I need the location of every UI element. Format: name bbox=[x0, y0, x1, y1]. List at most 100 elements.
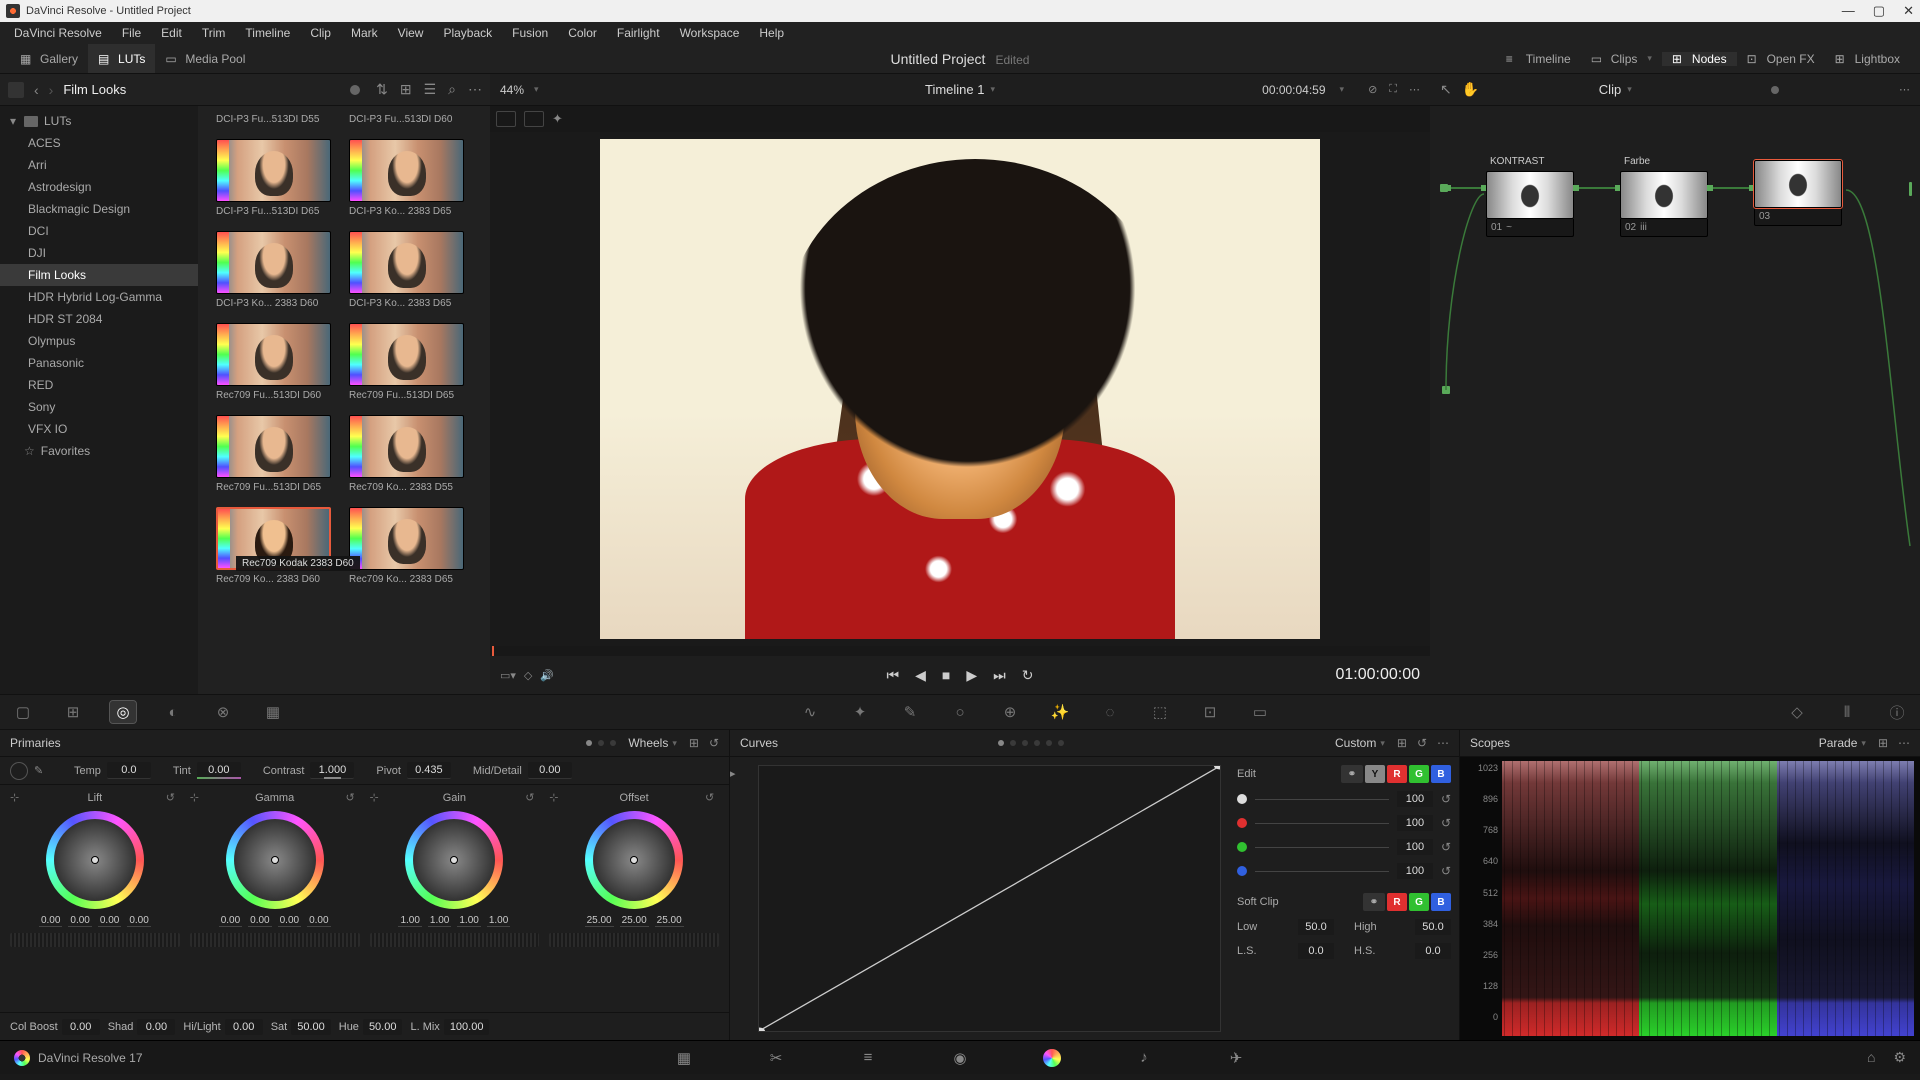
expand-icon[interactable]: ⛶ bbox=[1389, 83, 1397, 96]
curves-mode-dropdown[interactable]: Custom▾ bbox=[1335, 736, 1385, 750]
lut-thumb[interactable]: Rec709 Ko... 2383 D60 bbox=[216, 507, 331, 585]
channel-g[interactable]: G bbox=[1409, 765, 1429, 783]
hue-field[interactable]: 50.00 bbox=[363, 1019, 403, 1035]
expand-icon[interactable]: ⊞ bbox=[1397, 736, 1407, 750]
hilight-field[interactable]: 0.00 bbox=[225, 1019, 263, 1035]
record-timecode[interactable]: 01:00:00:00 bbox=[1335, 666, 1420, 684]
minimize-button[interactable]: — bbox=[1842, 3, 1855, 19]
curve-editor[interactable] bbox=[758, 765, 1221, 1032]
openfx-button[interactable]: ⊡Open FX bbox=[1737, 52, 1825, 66]
menu-item[interactable]: Help bbox=[749, 22, 794, 44]
intensity-b[interactable]: 100 bbox=[1397, 863, 1433, 879]
menu-item[interactable]: Color bbox=[558, 22, 607, 44]
keyframe-icon[interactable]: ◇ bbox=[1784, 701, 1810, 723]
menu-item[interactable]: Playback bbox=[433, 22, 502, 44]
sort-icon[interactable]: ⇅ bbox=[376, 81, 388, 98]
lut-thumb[interactable]: DCI-P3 Ko... 2383 D60 bbox=[216, 231, 331, 309]
reset-icon[interactable]: ↺ bbox=[1417, 736, 1427, 750]
options-icon[interactable]: ⋯ bbox=[468, 81, 482, 98]
playhead-icon[interactable] bbox=[492, 646, 494, 656]
project-settings-icon[interactable]: ⚙ bbox=[1893, 1049, 1906, 1066]
menu-item[interactable]: DaVinci Resolve bbox=[4, 22, 112, 44]
lut-thumb[interactable]: Rec709 Fu...513DI D60 bbox=[216, 323, 331, 401]
menu-item[interactable]: Edit bbox=[151, 22, 192, 44]
qualifier-icon[interactable]: ✎ bbox=[897, 701, 923, 723]
nodes-button[interactable]: ⊞Nodes bbox=[1662, 52, 1737, 66]
menu-item[interactable]: Workspace bbox=[670, 22, 750, 44]
timeline-name[interactable]: Timeline 1▾ bbox=[925, 82, 995, 97]
yrgb-icon[interactable]: ⊹ bbox=[10, 791, 24, 805]
loop-button[interactable]: ↻ bbox=[1022, 667, 1034, 684]
unmix-icon[interactable]: ◇ bbox=[524, 669, 532, 682]
viewer-scrubber[interactable] bbox=[490, 646, 1430, 656]
auto-balance-icon[interactable] bbox=[10, 762, 28, 780]
primaries-icon[interactable]: ◎ bbox=[110, 701, 136, 723]
step-back-button[interactable]: ◀ bbox=[915, 667, 926, 684]
reset-icon[interactable]: ↺ bbox=[1441, 816, 1451, 830]
softclip-g[interactable]: G bbox=[1409, 893, 1429, 911]
menu-item[interactable]: View bbox=[388, 22, 434, 44]
intensity-r[interactable]: 100 bbox=[1397, 815, 1433, 831]
luts-button[interactable]: ▤LUTs bbox=[88, 44, 155, 73]
lut-thumb[interactable]: Rec709 Ko... 2383 D65 bbox=[349, 507, 464, 585]
search-icon[interactable]: ⌕ bbox=[448, 81, 456, 98]
softclip-low[interactable]: 50.0 bbox=[1298, 919, 1334, 935]
color-match-icon[interactable]: ⊞ bbox=[60, 701, 86, 723]
cut-page-icon[interactable]: ✂ bbox=[765, 1047, 787, 1069]
reset-icon[interactable]: ↺ bbox=[525, 791, 539, 805]
reset-icon[interactable]: ↺ bbox=[166, 791, 180, 805]
chevron-down-icon[interactable]: ▾ bbox=[534, 84, 539, 95]
menu-item[interactable]: Trim bbox=[192, 22, 236, 44]
temp-field[interactable]: 0.0 bbox=[107, 762, 151, 779]
fusion-page-icon[interactable]: ◉ bbox=[949, 1047, 971, 1069]
scopes-icon[interactable]: ⫴ bbox=[1834, 701, 1860, 723]
options-icon[interactable]: ⋯ bbox=[1437, 736, 1449, 750]
lut-tree-node[interactable]: DJI bbox=[0, 242, 198, 264]
channel-y[interactable]: Y bbox=[1365, 765, 1385, 783]
pointer-icon[interactable]: ↖ bbox=[1440, 81, 1452, 98]
offset-wheel[interactable] bbox=[585, 811, 683, 909]
clips-button[interactable]: ▭Clips▾ bbox=[1581, 52, 1662, 66]
lut-tree-node[interactable]: Arri bbox=[0, 154, 198, 176]
node-item[interactable]: KONTRAST 01~ bbox=[1486, 156, 1574, 237]
blur-icon[interactable]: ◌ bbox=[1097, 701, 1123, 723]
prev-clip-button[interactable]: ⏮ bbox=[887, 667, 900, 684]
fairlight-page-icon[interactable]: ♪ bbox=[1133, 1047, 1155, 1069]
pivot-field[interactable]: 0.435 bbox=[407, 762, 451, 779]
grid-view-icon[interactable]: ⊞ bbox=[400, 81, 412, 98]
node-item[interactable]: 03 bbox=[1754, 156, 1842, 226]
softclip-ls[interactable]: 0.0 bbox=[1298, 943, 1334, 959]
lut-tree-node[interactable]: ACES bbox=[0, 132, 198, 154]
lut-thumb[interactable]: DCI-P3 Ko... 2383 D65 bbox=[349, 139, 464, 217]
timeline-button[interactable]: ≡Timeline bbox=[1496, 52, 1581, 66]
close-button[interactable]: ✕ bbox=[1903, 3, 1914, 19]
histogram-toggle-icon[interactable]: ▸ bbox=[730, 767, 736, 780]
color-page-icon[interactable] bbox=[1041, 1047, 1063, 1069]
lightbox-button[interactable]: ⊞Lightbox bbox=[1825, 52, 1910, 66]
lut-thumb[interactable]: Rec709 Fu...513DI D65 bbox=[216, 415, 331, 493]
preview-toggle[interactable] bbox=[350, 85, 360, 95]
key-icon[interactable]: ⬚ bbox=[1147, 701, 1173, 723]
reset-icon[interactable]: ↺ bbox=[705, 791, 719, 805]
menu-item[interactable]: Fusion bbox=[502, 22, 558, 44]
gamma-wheel[interactable] bbox=[226, 811, 324, 909]
node-graph-mid[interactable] bbox=[1442, 386, 1450, 394]
reset-icon[interactable]: ↺ bbox=[1441, 840, 1451, 854]
lut-tree-node[interactable]: VFX IO bbox=[0, 418, 198, 440]
primaries-mode-dropdown[interactable]: Wheels▾ bbox=[628, 736, 677, 750]
menu-item[interactable]: Timeline bbox=[235, 22, 300, 44]
gain-jog[interactable] bbox=[370, 933, 540, 947]
offset-jog[interactable] bbox=[549, 933, 719, 947]
reset-icon[interactable]: ↺ bbox=[1441, 864, 1451, 878]
chevron-down-icon[interactable]: ▾ bbox=[1340, 84, 1345, 95]
zoom-level[interactable]: 44% bbox=[500, 83, 524, 97]
split-screen-icon[interactable] bbox=[524, 111, 544, 127]
viewer-mode-icon[interactable]: ▭▾ bbox=[500, 669, 516, 682]
lut-tree-node[interactable]: DCI bbox=[0, 220, 198, 242]
sat-field[interactable]: 50.00 bbox=[291, 1019, 331, 1035]
lut-tree-node[interactable]: HDR ST 2084 bbox=[0, 308, 198, 330]
menu-item[interactable]: Fairlight bbox=[607, 22, 670, 44]
lut-tree-node[interactable]: Film Looks bbox=[0, 264, 198, 286]
channel-r[interactable]: R bbox=[1387, 765, 1407, 783]
list-view-icon[interactable]: ☰ bbox=[424, 81, 437, 98]
